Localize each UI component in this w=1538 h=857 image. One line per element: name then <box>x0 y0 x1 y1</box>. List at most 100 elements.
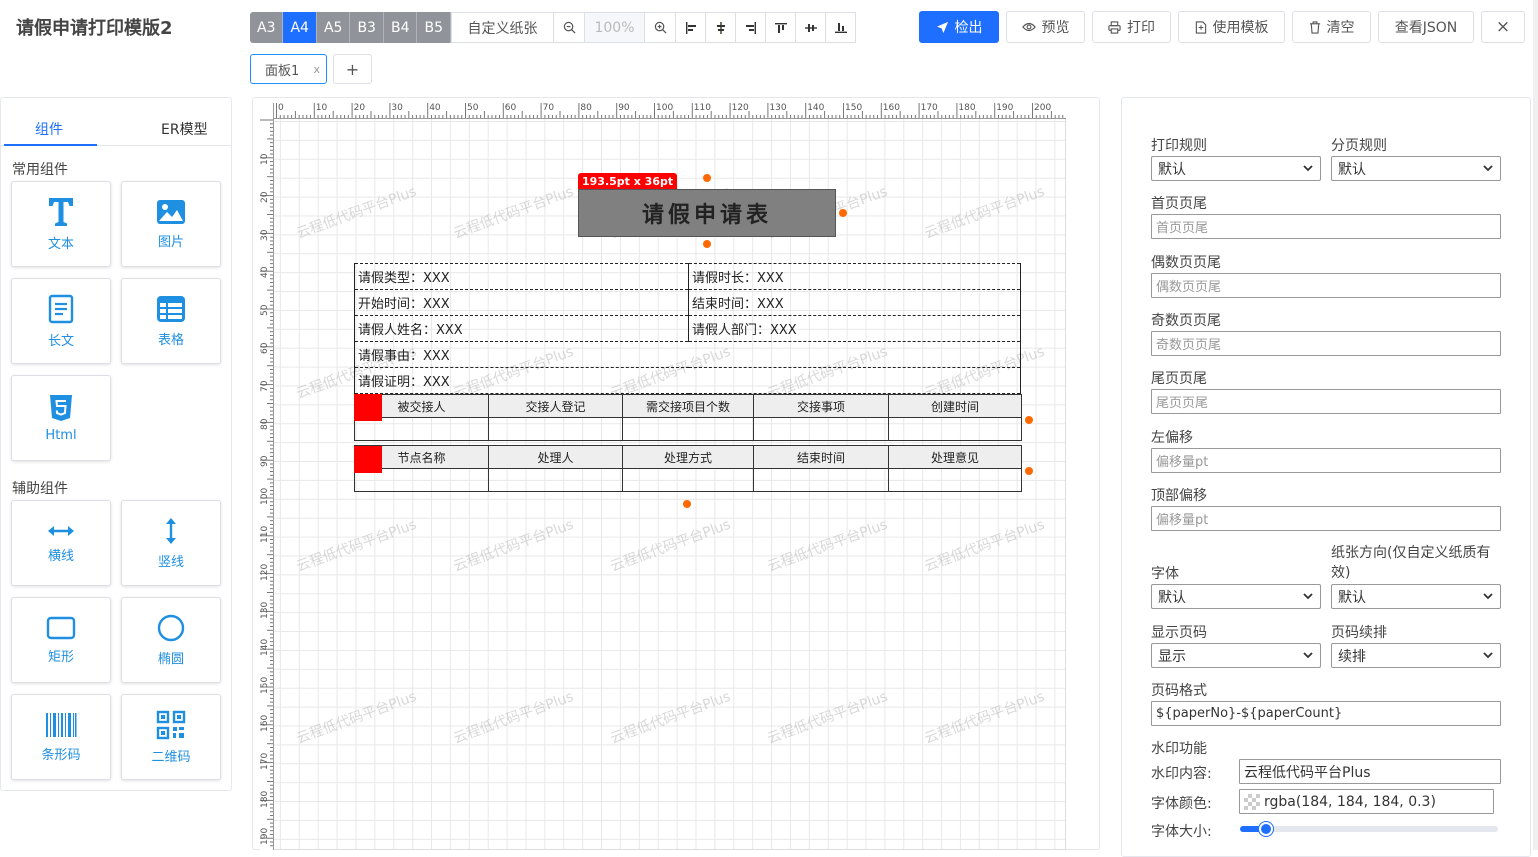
even-footer-input[interactable]: 偶数页页尾 <box>1151 273 1501 298</box>
custom-paper-button[interactable]: 自定义纸张 <box>451 12 554 43</box>
align-middle-button[interactable] <box>795 12 826 43</box>
align-right-icon <box>745 21 756 34</box>
ruler-label: 170 <box>920 103 938 113</box>
font-size-label: 字体大小: <box>1151 824 1212 840</box>
ruler-label: 160 <box>882 103 900 113</box>
component-longtext[interactable]: 长文 <box>11 278 111 364</box>
view-json-button[interactable]: 查看JSON <box>1378 11 1474 43</box>
component-text[interactable]: 文本 <box>11 181 111 267</box>
component-table[interactable]: 表格 <box>121 278 221 364</box>
page-format-input[interactable]: ${paperNo}-${paperCount} <box>1151 701 1501 726</box>
table-resize-handle[interactable] <box>1025 416 1033 424</box>
print-rule-select[interactable]: 默认 <box>1151 156 1321 181</box>
table-drag-handle[interactable] <box>354 394 382 421</box>
paper-a3-button[interactable]: A3 <box>250 12 284 43</box>
zoom-in-button[interactable] <box>644 12 676 43</box>
align-right-button[interactable] <box>735 12 766 43</box>
approval-table[interactable]: 节点名称 处理人 处理方式 结束时间 处理意见 <box>354 445 1022 492</box>
close-button[interactable]: × <box>1481 11 1525 43</box>
paper-b4-button[interactable]: B4 <box>383 12 418 43</box>
show-page-select[interactable]: 显示 <box>1151 643 1321 668</box>
longtext-icon <box>48 294 74 323</box>
table-header-cell: 处理人 <box>488 445 623 469</box>
show-page-value: 显示 <box>1158 648 1186 665</box>
component-panel: 组件 ER模型 常用组件 文本 图片 长文 表格 Html 辅助组件 横线 竖线… <box>0 97 232 791</box>
table-drag-handle[interactable] <box>354 446 382 473</box>
image-icon <box>157 199 185 224</box>
paper-b5-button[interactable]: B5 <box>417 12 451 43</box>
form-table[interactable]: 请假类型：XXX 请假时长：XXX 开始时间：XXX 结束时间：XXX 请假人姓… <box>354 263 1021 394</box>
font-select[interactable]: 默认 <box>1151 584 1321 609</box>
top-offset-input[interactable]: 偏移量pt <box>1151 506 1501 531</box>
component-hline[interactable]: 横线 <box>11 500 111 586</box>
first-footer-input[interactable]: 首页页尾 <box>1151 214 1501 239</box>
component-qrcode[interactable]: 二维码 <box>121 694 221 780</box>
chevron-down-icon <box>1483 165 1493 172</box>
zoom-out-button[interactable] <box>553 12 585 43</box>
use-template-label: 使用模板 <box>1212 20 1269 36</box>
handover-table[interactable]: 被交接人 交接人登记 需交接项目个数 交接事项 创建时间 <box>354 394 1022 441</box>
ruler-label: 30 <box>260 229 270 241</box>
table-icon <box>157 295 185 322</box>
align-center-icon <box>716 21 725 34</box>
resize-handle-right[interactable] <box>839 209 847 217</box>
paper-toolbar: A3 A4 A5 B3 B4 B5 自定义纸张 100% <box>250 12 856 43</box>
preview-button[interactable]: 预览 <box>1006 11 1085 43</box>
align-left-button[interactable] <box>675 12 706 43</box>
align-center-button[interactable] <box>705 12 736 43</box>
size-tag: 193.5pt x 36pt <box>578 173 678 189</box>
print-button[interactable]: 打印 <box>1092 11 1171 43</box>
paper-b3-button[interactable]: B3 <box>350 12 384 43</box>
odd-footer-input[interactable]: 奇数页页尾 <box>1151 331 1501 356</box>
check-out-button[interactable]: 检出 <box>919 11 999 43</box>
document-icon <box>1195 20 1206 34</box>
left-offset-input[interactable]: 偏移量pt <box>1151 448 1501 473</box>
paper-a5-button[interactable]: A5 <box>316 12 351 43</box>
table-header-cell: 需交接项目个数 <box>622 394 754 418</box>
doc-title-element[interactable]: 请假申请表 <box>578 189 836 237</box>
align-top-button[interactable] <box>765 12 796 43</box>
watermark-content-input[interactable]: 云程低代码平台Plus <box>1239 759 1501 784</box>
component-html[interactable]: Html <box>11 375 111 461</box>
page-scrollbar[interactable] <box>1533 0 1538 850</box>
component-vline[interactable]: 竖线 <box>121 500 221 586</box>
add-panel-button[interactable]: + <box>333 54 372 84</box>
use-template-button[interactable]: 使用模板 <box>1178 11 1285 43</box>
align-bottom-button[interactable] <box>825 12 856 43</box>
ruler-label: 50 <box>467 103 479 113</box>
resize-handle-top[interactable] <box>703 174 711 182</box>
ruler-label: 130 <box>769 103 787 113</box>
tab-close-icon[interactable]: x <box>313 63 320 76</box>
tab-components[interactable]: 组件 <box>35 119 63 139</box>
component-barcode[interactable]: 条形码 <box>11 694 111 780</box>
ruler-label: 140 <box>260 639 270 657</box>
vertical-ruler-ticks <box>260 119 273 847</box>
font-color-input[interactable]: rgba(184, 184, 184, 0.3) <box>1239 789 1494 814</box>
ruler-label: 180 <box>260 790 270 808</box>
font-size-slider-track[interactable] <box>1240 822 1498 836</box>
ruler-label: 70 <box>542 103 555 113</box>
page-rule-select[interactable]: 默认 <box>1331 156 1501 181</box>
component-ellipse-label: 椭圆 <box>157 651 184 667</box>
tab-er-model[interactable]: ER模型 <box>161 119 208 139</box>
component-rect[interactable]: 矩形 <box>11 597 111 683</box>
tab-panel-1[interactable]: 面板1 x <box>250 54 327 84</box>
ruler-label: 100 <box>656 103 674 113</box>
clear-button[interactable]: 清空 <box>1292 11 1371 43</box>
table-header-row: 被交接人 交接人登记 需交接项目个数 交接事项 创建时间 <box>354 394 1022 418</box>
font-size-slider-thumb[interactable] <box>1258 822 1273 836</box>
resize-handle-bottom[interactable] <box>703 240 711 248</box>
color-swatch[interactable] <box>1244 793 1260 810</box>
orientation-select[interactable]: 默认 <box>1331 584 1501 609</box>
paper-a4-button[interactable]: A4 <box>283 12 317 43</box>
ruler-label: 110 <box>693 103 711 113</box>
table-resize-handle-bottom[interactable] <box>683 500 691 508</box>
last-footer-input[interactable]: 尾页页尾 <box>1151 389 1501 414</box>
ruler-label: 170 <box>260 752 270 770</box>
component-image[interactable]: 图片 <box>121 181 221 267</box>
page-cont-select[interactable]: 续排 <box>1331 643 1501 668</box>
table-resize-handle[interactable] <box>1025 467 1033 475</box>
ruler-label: 120 <box>731 103 749 113</box>
zoom-level: 100% <box>584 12 645 43</box>
component-ellipse[interactable]: 椭圆 <box>121 597 221 683</box>
